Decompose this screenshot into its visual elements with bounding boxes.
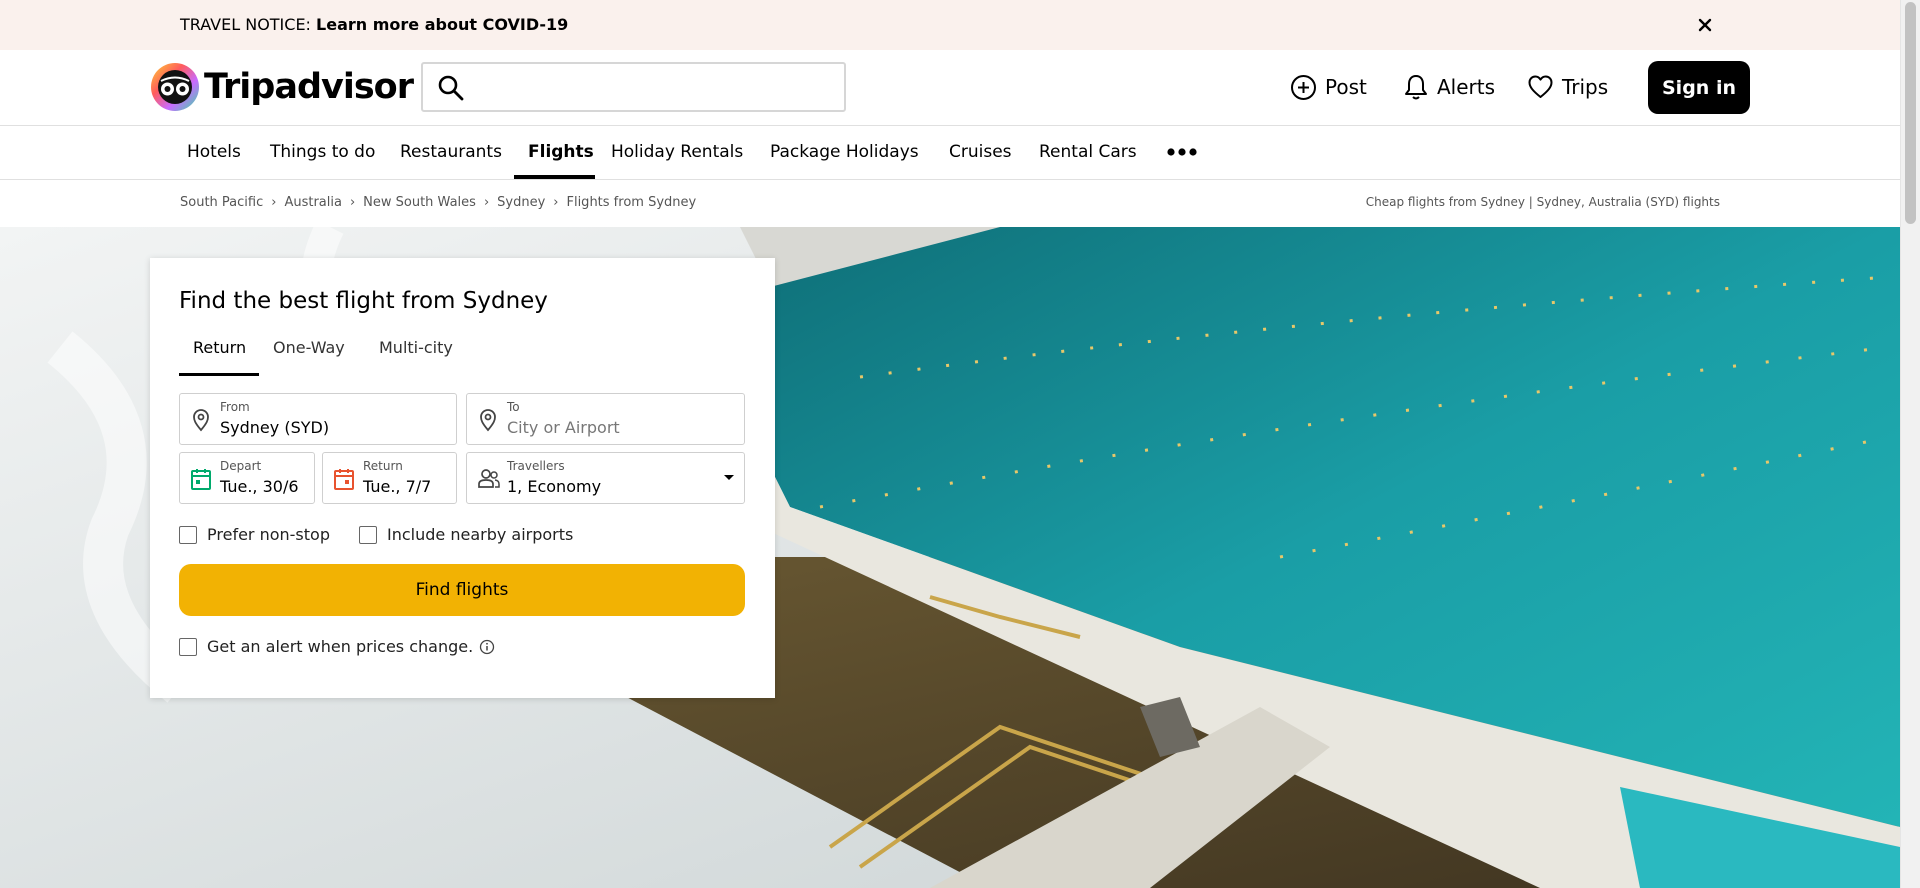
- from-label: From: [220, 400, 250, 414]
- return-date-field[interactable]: Return Tue., 7/7: [322, 452, 457, 504]
- more-dots-icon: [1167, 148, 1197, 156]
- prefer-nonstop-label: Prefer non-stop: [207, 525, 330, 544]
- tab-multi-city[interactable]: Multi-city: [379, 338, 453, 357]
- tripadvisor-logo[interactable]: Tripadvisor: [150, 62, 414, 112]
- depart-value: Tue., 30/6: [220, 477, 299, 496]
- caret-down-icon: [724, 475, 734, 480]
- info-icon[interactable]: [479, 639, 495, 655]
- location-pin-icon: [193, 409, 209, 432]
- calendar-icon: [334, 469, 354, 490]
- breadcrumb-new-south-wales[interactable]: New South Wales: [363, 195, 476, 210]
- location-pin-icon: [480, 409, 496, 432]
- alerts-button[interactable]: Alerts: [1403, 62, 1495, 112]
- breadcrumb-australia[interactable]: Australia: [284, 195, 342, 210]
- breadcrumb: South Pacific › Australia › New South Wa…: [180, 195, 696, 210]
- chevron-right-icon: ›: [553, 195, 559, 210]
- page-scrollbar[interactable]: [1900, 0, 1920, 888]
- find-flights-button[interactable]: Find flights: [179, 564, 745, 616]
- to-placeholder: City or Airport: [507, 418, 620, 437]
- active-tab-indicator: [514, 175, 595, 179]
- return-label: Return: [363, 459, 403, 473]
- post-label: Post: [1325, 75, 1367, 99]
- site-search[interactable]: [421, 62, 846, 112]
- checkbox-box[interactable]: [179, 525, 197, 544]
- nearby-airports-checkbox[interactable]: Include nearby airports: [359, 525, 573, 544]
- checkbox-box[interactable]: [179, 637, 197, 656]
- breadcrumb-flights-from-sydney: Flights from Sydney: [566, 195, 697, 210]
- chevron-right-icon: ›: [271, 195, 277, 210]
- heart-icon: [1528, 75, 1553, 98]
- people-icon: [478, 469, 500, 488]
- tab-one-way[interactable]: One-Way: [273, 338, 345, 357]
- checkbox-box[interactable]: [359, 525, 377, 544]
- travel-notice-prefix: TRAVEL NOTICE:: [180, 15, 311, 34]
- nearby-airports-label: Include nearby airports: [387, 525, 574, 544]
- page-heading-text: Cheap flights from Sydney | Sydney, Aust…: [1365, 195, 1720, 209]
- trips-label: Trips: [1562, 75, 1609, 99]
- nav-item-package-holidays[interactable]: Package Holidays: [770, 142, 919, 162]
- chevron-right-icon: ›: [349, 195, 356, 210]
- logo-wordmark: Tripadvisor: [204, 67, 414, 107]
- nav-item-hotels[interactable]: Hotels: [187, 142, 241, 162]
- prefer-nonstop-checkbox[interactable]: Prefer non-stop: [179, 525, 330, 544]
- nav-item-things-to-do[interactable]: Things to do: [270, 142, 375, 162]
- covid-info-link[interactable]: Learn more about COVID-19: [316, 15, 568, 34]
- travellers-dropdown[interactable]: Travellers 1, Economy: [466, 452, 745, 504]
- travel-notice-bar: TRAVEL NOTICE: Learn more about COVID-19: [0, 0, 1900, 50]
- breadcrumb-sydney[interactable]: Sydney: [497, 195, 545, 210]
- depart-label: Depart: [220, 459, 262, 473]
- return-value: Tue., 7/7: [363, 477, 432, 496]
- close-notice-button[interactable]: [1692, 12, 1718, 38]
- from-value: Sydney (SYD): [220, 418, 330, 437]
- active-tab-indicator: [179, 373, 259, 376]
- nav-item-cruises[interactable]: Cruises: [949, 142, 1012, 162]
- from-field[interactable]: From Sydney (SYD): [179, 393, 457, 445]
- flight-search-card: Find the best flight from Sydney Return …: [150, 258, 775, 698]
- chevron-right-icon: ›: [483, 195, 490, 210]
- post-button[interactable]: Post: [1290, 62, 1367, 112]
- nav-item-restaurants[interactable]: Restaurants: [400, 142, 502, 162]
- trips-button[interactable]: Trips: [1527, 62, 1608, 112]
- to-label: To: [507, 400, 520, 414]
- price-alert-label: Get an alert when prices change.: [207, 637, 474, 656]
- tab-return[interactable]: Return: [193, 338, 246, 357]
- nav-item-flights[interactable]: Flights: [528, 142, 594, 162]
- main-nav: Hotels Things to do Restaurants Flights …: [0, 126, 1900, 180]
- travellers-value: 1, Economy: [507, 477, 602, 496]
- search-icon: [438, 75, 464, 101]
- price-alert-checkbox[interactable]: Get an alert when prices change.: [179, 637, 495, 656]
- close-icon: [1698, 18, 1712, 32]
- plus-circle-icon: [1291, 74, 1316, 100]
- site-header: Tripadvisor Post Alerts Trips Sign in: [0, 50, 1900, 126]
- calendar-icon: [191, 469, 211, 490]
- depart-date-field[interactable]: Depart Tue., 30/6: [179, 452, 315, 504]
- more-nav-button[interactable]: [1166, 141, 1198, 167]
- to-field[interactable]: To City or Airport: [466, 393, 745, 445]
- bell-icon: [1405, 75, 1427, 100]
- search-input[interactable]: [479, 70, 833, 106]
- nav-item-rental-cars[interactable]: Rental Cars: [1039, 142, 1137, 162]
- breadcrumb-south-pacific[interactable]: South Pacific: [180, 195, 263, 210]
- alerts-label: Alerts: [1437, 75, 1496, 99]
- search-card-title: Find the best flight from Sydney: [179, 288, 548, 314]
- nav-item-holiday-rentals[interactable]: Holiday Rentals: [611, 142, 743, 162]
- owl-logo-icon: [151, 63, 199, 111]
- sign-in-button[interactable]: Sign in: [1648, 61, 1750, 114]
- travel-notice-text: TRAVEL NOTICE: Learn more about COVID-19: [180, 15, 568, 34]
- travellers-label: Travellers: [507, 459, 565, 473]
- scrollbar-thumb[interactable]: [1905, 2, 1916, 224]
- breadcrumb-bar: South Pacific › Australia › New South Wa…: [0, 180, 1900, 227]
